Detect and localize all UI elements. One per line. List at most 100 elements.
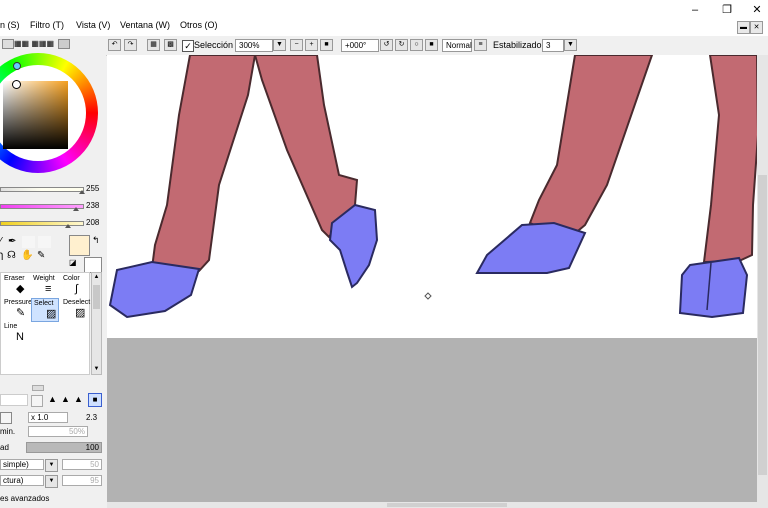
- rotate-view-icon[interactable]: ☊: [7, 250, 16, 261]
- pressure-icon: ✎: [16, 307, 26, 319]
- mdi-minimize-icon[interactable]: ▬: [737, 21, 750, 34]
- zoom-in-icon[interactable]: +: [305, 39, 318, 51]
- brush-shape-flat-icon[interactable]: ■: [88, 393, 102, 407]
- size-mode-icon[interactable]: [0, 412, 12, 424]
- zoom-dropdown-icon[interactable]: ▼: [273, 39, 286, 51]
- tool-grid: Eraser ◆ Weight ≡ Color ∫ Pressure ✎ Sel…: [0, 272, 90, 375]
- min-size-field[interactable]: 50%: [28, 426, 88, 437]
- color-mode-tabs: ▦▦ ▦▦▦: [0, 39, 70, 49]
- hand-icon[interactable]: ✋: [21, 250, 33, 261]
- tool-deselect[interactable]: Deselect ▨: [61, 298, 90, 322]
- texture-value[interactable]: 95: [62, 475, 102, 486]
- menu-view[interactable]: Vista (V): [76, 20, 110, 30]
- pen-icon[interactable]: ✒: [8, 236, 16, 247]
- swap-colors-icon[interactable]: ↰: [92, 235, 100, 246]
- slider-2-value: 238: [86, 201, 100, 210]
- primary-color-swatch[interactable]: [69, 235, 90, 256]
- brush-shape-soft-icon[interactable]: ▲: [48, 394, 57, 404]
- slider-1-track[interactable]: [0, 187, 84, 192]
- mdi-close-icon[interactable]: ✕: [750, 21, 763, 34]
- zoom-field[interactable]: 300%: [235, 39, 273, 52]
- slider-2-thumb-icon[interactable]: [73, 207, 80, 211]
- selection-checkbox[interactable]: ✓: [182, 40, 194, 52]
- slider-1-thumb-icon[interactable]: [79, 190, 85, 194]
- canvas-workspace[interactable]: [107, 55, 768, 508]
- stabilizer-field[interactable]: 3: [542, 39, 564, 52]
- size-multiplier-field[interactable]: x 1.0: [28, 412, 68, 423]
- menu-layer[interactable]: n (S): [0, 20, 20, 30]
- flip-icon[interactable]: ■: [425, 39, 438, 51]
- zoom-reset-icon[interactable]: ■: [320, 39, 333, 51]
- rotate-left-icon[interactable]: ↺: [380, 39, 393, 51]
- horizontal-scroll-thumb[interactable]: [387, 503, 507, 507]
- invert-selection-icon[interactable]: ▩: [164, 39, 177, 51]
- blend-options-icon[interactable]: ≡: [474, 39, 487, 51]
- panel-divider-handle[interactable]: [32, 385, 44, 391]
- eyedropper-icon[interactable]: ✎: [37, 250, 45, 261]
- menu-others[interactable]: Otros (O): [180, 20, 218, 30]
- line-icon: N: [16, 331, 24, 343]
- eraser-icon: ◆: [16, 283, 25, 295]
- restore-icon[interactable]: ❐: [720, 4, 734, 16]
- tool-eraser[interactable]: Eraser ◆: [2, 274, 30, 298]
- horizontal-scrollbar[interactable]: [107, 502, 768, 508]
- slider-row-3: 208: [0, 218, 106, 230]
- minimize-icon[interactable]: –: [688, 4, 702, 16]
- shape-select[interactable]: simple): [0, 459, 44, 470]
- hue-cursor-icon[interactable]: [13, 62, 21, 70]
- secondary-color-swatch[interactable]: [84, 257, 102, 273]
- slider-3-value: 208: [86, 218, 100, 227]
- tool-pressure[interactable]: Pressure ✎: [2, 298, 32, 322]
- lasso-icon[interactable]: ɿ: [0, 250, 3, 261]
- color-mode-icon[interactable]: [2, 39, 14, 49]
- sv-square[interactable]: [3, 81, 68, 149]
- blend-mode-field[interactable]: Normal: [442, 39, 472, 52]
- slider-row-1: 255: [0, 184, 106, 196]
- brush-preview: [0, 394, 28, 406]
- zoom-out-icon[interactable]: −: [290, 39, 303, 51]
- tool-select[interactable]: Select ▨: [31, 298, 59, 322]
- menu-window[interactable]: Ventana (W): [120, 20, 170, 30]
- texture-select[interactable]: ctura): [0, 475, 44, 486]
- deselect-tb-icon[interactable]: ▦: [147, 39, 160, 51]
- slider-3-track[interactable]: [0, 221, 84, 226]
- advanced-settings-label[interactable]: es avanzados: [0, 494, 49, 503]
- reset-colors-icon[interactable]: ◪: [69, 258, 77, 267]
- sv-cursor-icon[interactable]: [12, 80, 21, 89]
- undo-icon[interactable]: ↶: [108, 39, 121, 51]
- slider-2-track[interactable]: [0, 204, 84, 209]
- tool-scrollbar[interactable]: ▲ ▼: [91, 272, 102, 375]
- rotate-reset-icon[interactable]: ○: [410, 39, 423, 51]
- grid-mode-icon[interactable]: ▦▦ ▦▦▦: [14, 39, 54, 48]
- scroll-thumb[interactable]: [93, 285, 100, 309]
- shape-dropdown-icon[interactable]: ▼: [45, 459, 58, 472]
- tool-color[interactable]: Color ∫: [61, 274, 89, 298]
- vertical-scrollbar[interactable]: [757, 55, 768, 508]
- scroll-up-icon[interactable]: ▲: [92, 273, 101, 282]
- texture-dropdown-icon[interactable]: ▼: [45, 475, 58, 488]
- vertical-scroll-thumb[interactable]: [758, 175, 767, 475]
- shape-value[interactable]: 50: [62, 459, 102, 470]
- menu-filter[interactable]: Filtro (T): [30, 20, 64, 30]
- brush-shape-hard-icon[interactable]: ▲: [74, 394, 83, 404]
- rotation-field[interactable]: +000°: [341, 39, 379, 52]
- size-value[interactable]: 2.3: [86, 413, 97, 422]
- swatch-mode-icon[interactable]: [58, 39, 70, 49]
- scroll-down-icon[interactable]: ▼: [92, 365, 101, 374]
- weight-icon: ≡: [45, 283, 52, 295]
- stabilizer-label: Estabilizador: [493, 40, 545, 50]
- magic-wand-icon[interactable]: ⁄: [0, 236, 2, 247]
- close-icon[interactable]: ✕: [750, 4, 764, 16]
- brush-shape-square-icon[interactable]: [31, 395, 43, 407]
- min-size-row: min. 50%: [0, 426, 106, 439]
- select-icon: ▨: [46, 308, 57, 320]
- slider-3-thumb-icon[interactable]: [64, 224, 71, 228]
- rotate-right-icon[interactable]: ↻: [395, 39, 408, 51]
- redo-icon[interactable]: ↷: [124, 39, 137, 51]
- canvas-drawing[interactable]: [107, 55, 768, 508]
- brush-shape-mid-icon[interactable]: ▲: [61, 394, 70, 404]
- stabilizer-dropdown-icon[interactable]: ▼: [564, 39, 577, 51]
- density-field[interactable]: 100: [26, 442, 102, 453]
- tool-line[interactable]: Line N: [2, 322, 30, 346]
- tool-weight[interactable]: Weight ≡: [31, 274, 59, 298]
